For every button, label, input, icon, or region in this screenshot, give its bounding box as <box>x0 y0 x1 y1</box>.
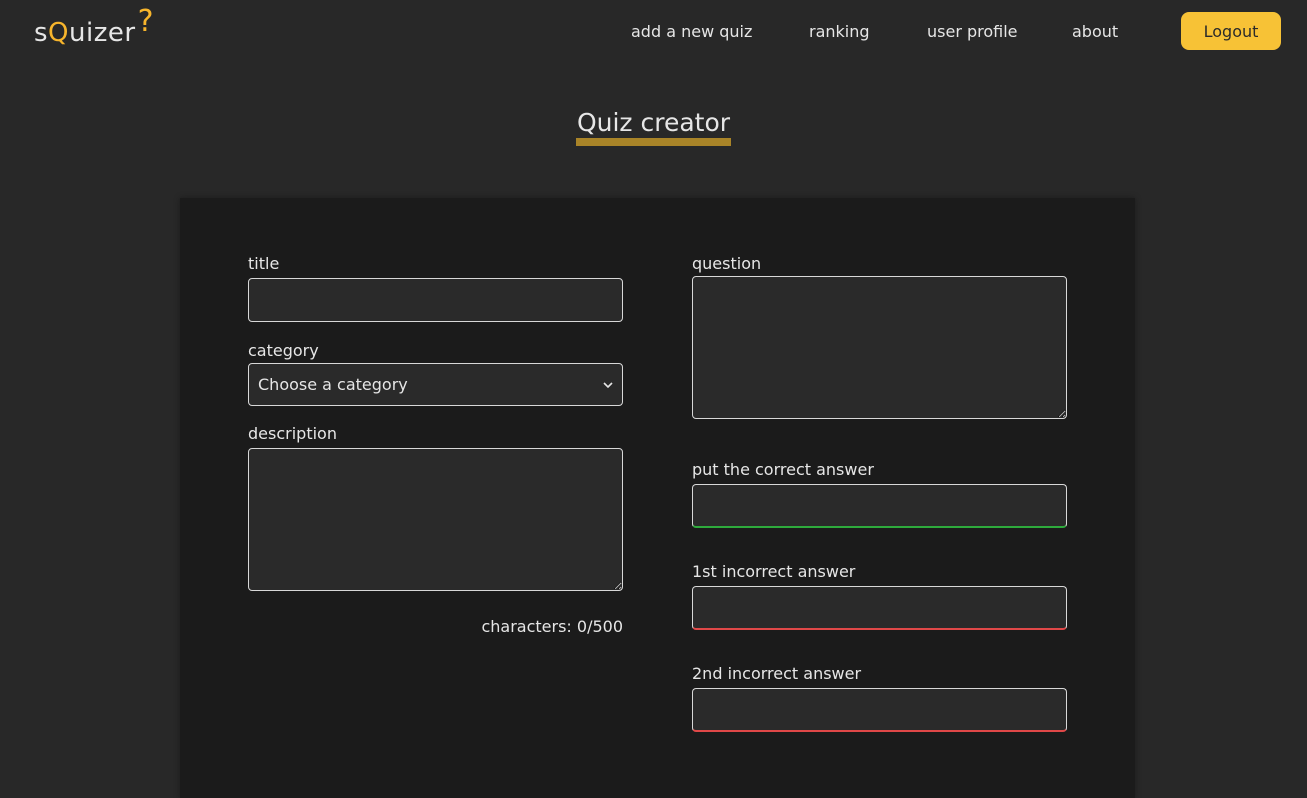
nav-ranking[interactable]: ranking <box>809 22 870 41</box>
description-char-counter: characters: 0/500 <box>481 617 623 636</box>
incorrect-answer-2-label: 2nd incorrect answer <box>692 664 862 683</box>
incorrect-answer-1-label: 1st incorrect answer <box>692 562 856 581</box>
category-selected-value: Choose a category <box>258 375 408 394</box>
question-label: question <box>692 254 762 273</box>
top-navigation: add a new quiz ranking user profile abou… <box>0 22 1307 42</box>
description-textarea[interactable] <box>248 448 623 591</box>
question-textarea[interactable] <box>692 276 1067 419</box>
correct-answer-label: put the correct answer <box>692 460 874 479</box>
incorrect-answer-2-input[interactable] <box>692 688 1067 732</box>
logout-button[interactable]: Logout <box>1181 12 1281 50</box>
nav-about[interactable]: about <box>1072 22 1118 41</box>
page-title-wrap: Quiz creator <box>0 108 1307 146</box>
page-title: Quiz creator <box>575 108 732 146</box>
nav-add-quiz[interactable]: add a new quiz <box>631 22 752 41</box>
correct-answer-input[interactable] <box>692 484 1067 528</box>
description-label: description <box>248 424 337 443</box>
category-select[interactable]: Choose a category <box>248 363 623 406</box>
category-label: category <box>248 341 319 360</box>
chevron-down-icon <box>603 378 613 392</box>
title-label: title <box>248 254 280 273</box>
nav-user-profile[interactable]: user profile <box>927 22 1018 41</box>
title-input[interactable] <box>248 278 623 322</box>
quiz-form-card: title category Choose a category descrip… <box>180 198 1135 798</box>
incorrect-answer-1-input[interactable] <box>692 586 1067 630</box>
